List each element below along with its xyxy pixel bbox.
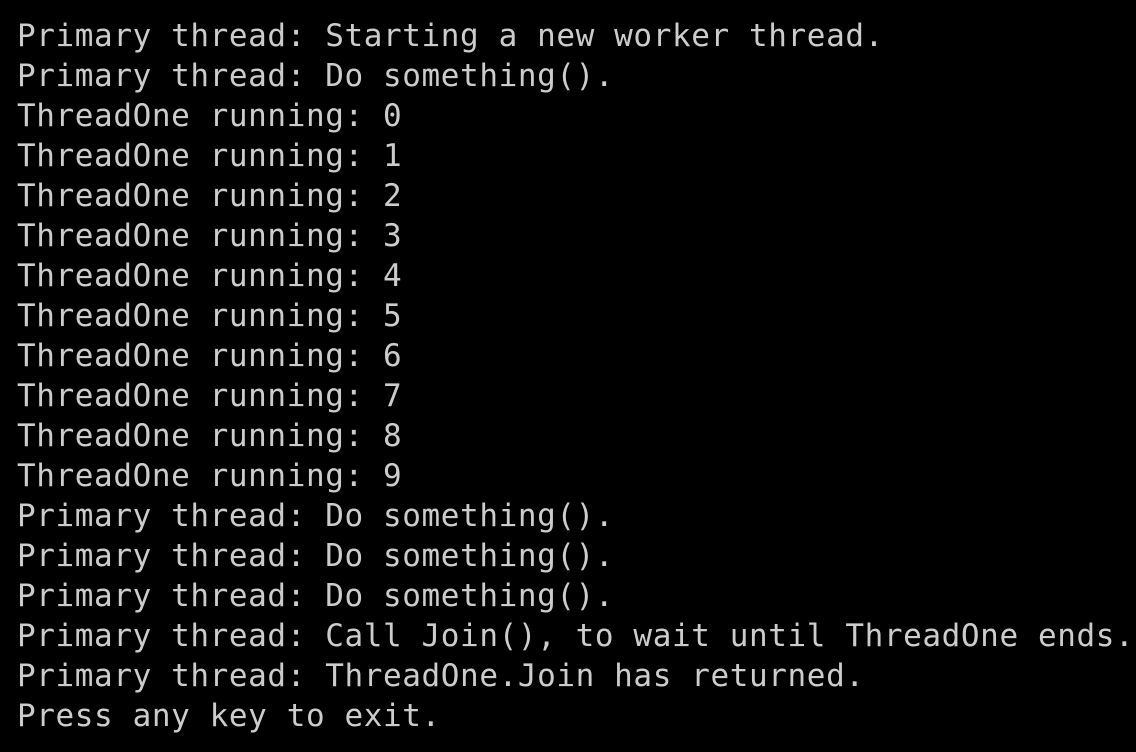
console-line: Primary thread: ThreadOne.Join has retur… [17,658,865,694]
console-line: ThreadOne running: 4 [17,258,403,294]
console-line: Primary thread: Do something(). [17,578,615,614]
console-line: ThreadOne running: 2 [17,178,403,214]
console-line: Primary thread: Do something(). [17,538,615,574]
console-output[interactable]: Primary thread: Starting a new worker th… [0,0,1136,752]
console-line: ThreadOne running: 5 [17,298,403,334]
console-line: ThreadOne running: 3 [17,218,403,254]
console-line: ThreadOne running: 0 [17,98,403,134]
console-line: ThreadOne running: 7 [17,378,403,414]
console-line: ThreadOne running: 8 [17,418,403,454]
console-line: Primary thread: Do something(). [17,58,615,94]
exit-prompt: Press any key to exit. [17,698,441,734]
console-line: Primary thread: Starting a new worker th… [17,18,884,54]
console-line: Primary thread: Do something(). [17,498,615,534]
console-line: ThreadOne running: 1 [17,138,403,174]
console-line: ThreadOne running: 9 [17,458,403,494]
console-line: ThreadOne running: 6 [17,338,403,374]
console-line: Primary thread: Call Join(), to wait unt… [17,618,1135,654]
